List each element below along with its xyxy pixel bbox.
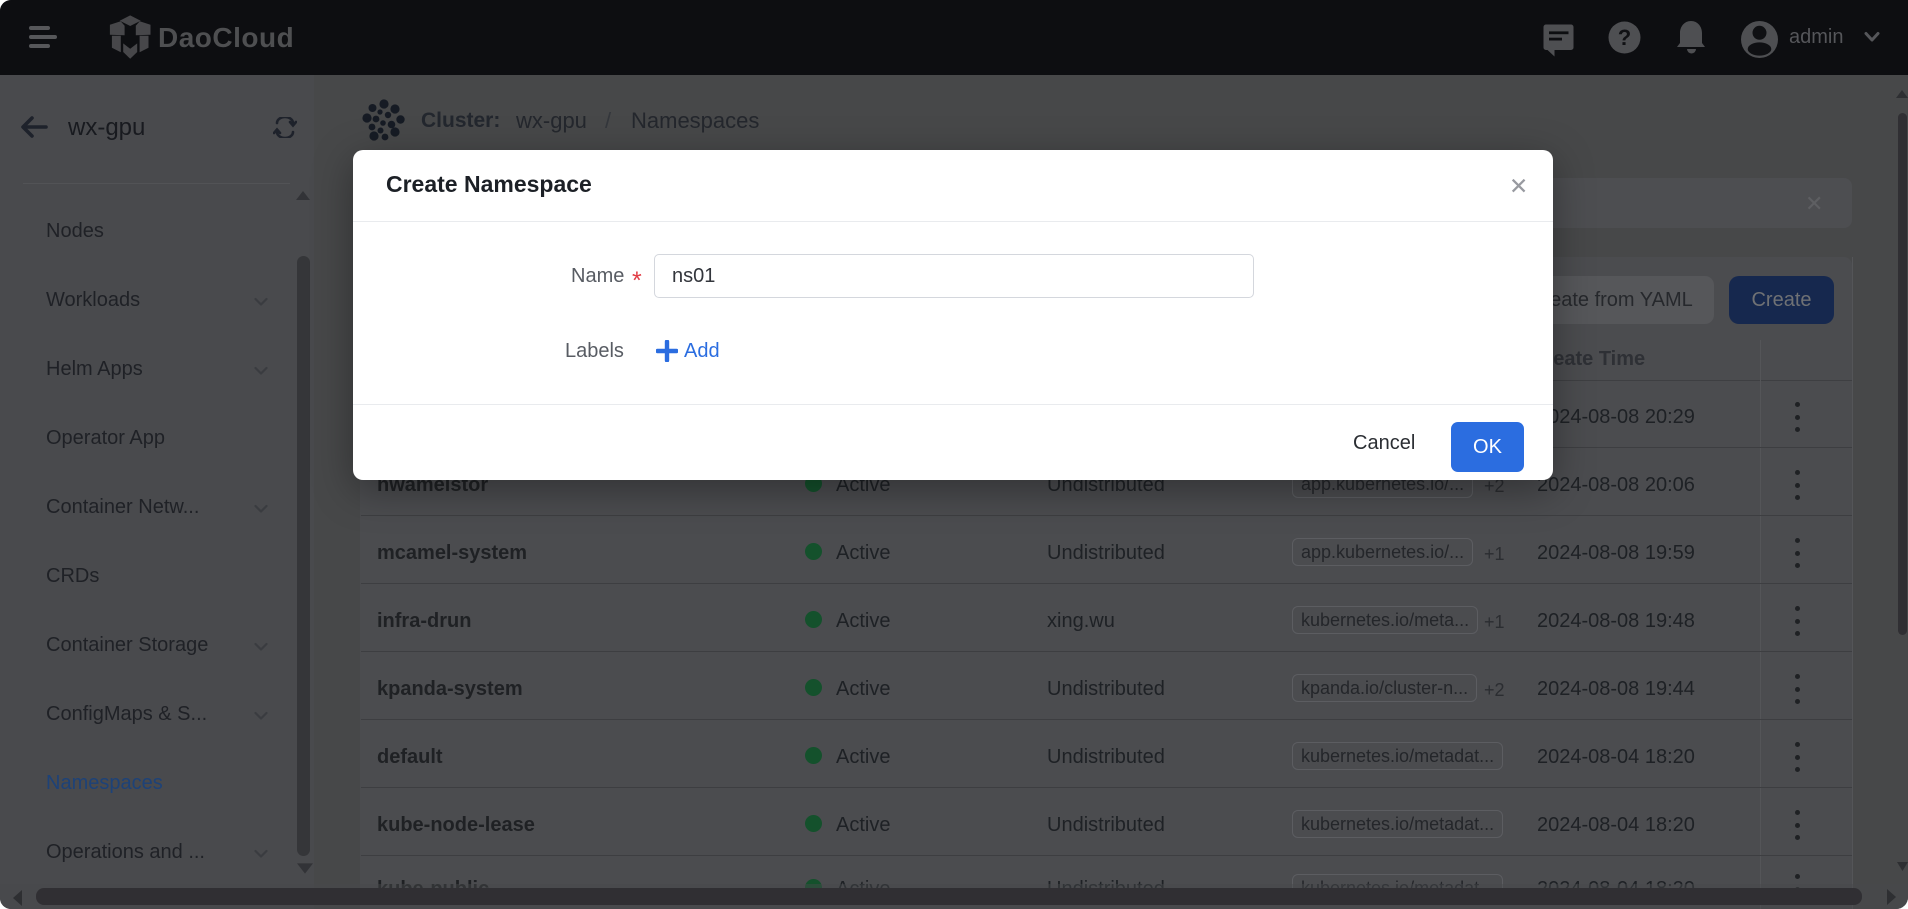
svg-text:?: ?	[1618, 25, 1631, 50]
